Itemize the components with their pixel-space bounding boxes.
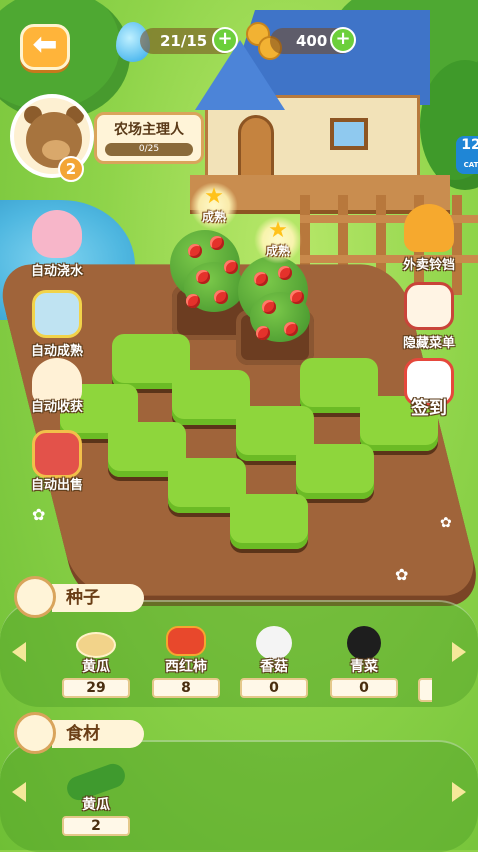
field-plot[interactable] (296, 444, 374, 499)
delivery-bell-label: 外卖铃铛 (402, 258, 455, 273)
tomato (210, 236, 224, 250)
check-in-label: 签到 (411, 398, 447, 419)
flower-icon: ✿ (395, 565, 409, 584)
tomato (290, 290, 304, 304)
auto-harvest-button[interactable]: 自动收获 (20, 358, 94, 438)
tomato (188, 244, 202, 258)
seeds-prev-arrow[interactable] (12, 642, 26, 662)
seed-item-tomato[interactable]: 西红柿 8 (146, 626, 226, 706)
add-water-button[interactable]: + (212, 27, 238, 53)
coin-counter: 400 + (270, 27, 356, 54)
ingredient-item-cucumber[interactable]: 黄瓜 2 (56, 760, 136, 844)
service-bell-icon (404, 204, 454, 252)
seed-count: 0 (240, 678, 308, 698)
ingredient-name: 黄瓜 (82, 797, 110, 813)
water-counter: 21/15 + (140, 27, 238, 54)
tomato (262, 300, 276, 314)
tomato (186, 294, 200, 308)
ingredient-count: 2 (62, 816, 130, 836)
seeds-next-arrow[interactable] (452, 642, 466, 662)
auto-sell-label: 自动出售 (30, 478, 83, 493)
tomato (278, 266, 292, 280)
hidden-menu-icon (404, 282, 454, 330)
auto-ripen-label: 自动成熟 (30, 344, 83, 359)
tomato (256, 326, 270, 340)
tomato (214, 290, 228, 304)
ingredients-tab: 食材 (14, 712, 144, 754)
auto-water-label: 自动浇水 (30, 264, 83, 279)
seed-count: 0 (330, 678, 398, 698)
greens-seed-icon (347, 626, 381, 660)
add-coins-button[interactable]: + (330, 27, 356, 53)
seed-count: 8 (152, 678, 220, 698)
seed-item-cucumber[interactable]: 黄瓜 29 (56, 626, 136, 706)
seed-name: 香菇 (260, 659, 288, 675)
tomato-seed-icon (166, 626, 206, 656)
ingredients-title: 食材 (52, 720, 144, 748)
cart-icon (32, 430, 82, 478)
side-badge-sub: CAT (463, 161, 478, 169)
side-badge-number: 12 (461, 137, 478, 153)
ingredients-next-arrow[interactable] (452, 782, 466, 802)
house-window (330, 118, 368, 150)
hidden-menu-label: 隐藏菜单 (402, 336, 455, 351)
xp-bar: 0/25 (105, 143, 193, 156)
profile-title-plate: 农场主理人 0/25 (94, 112, 204, 164)
seed-item-greens[interactable]: 青菜 0 (324, 626, 404, 706)
seed-name: 西红柿 (165, 659, 207, 675)
fertilizer-jar-icon (32, 290, 82, 338)
ripe-label: 成熟 (265, 244, 290, 258)
coin-value: 400 (296, 32, 328, 50)
watering-can-icon (32, 210, 82, 258)
auto-water-button[interactable]: 自动浇水 (20, 210, 94, 290)
back-button[interactable]: ⬅ (20, 24, 70, 70)
seed-item-mushroom[interactable]: 香菇 0 (234, 626, 314, 706)
vegetable-crate-icon (14, 712, 56, 754)
side-event-badge[interactable]: 12 CAT (456, 136, 478, 174)
xp-text: 0/25 (138, 144, 160, 154)
delivery-bell-button[interactable]: 外卖铃铛 (392, 204, 466, 284)
cucumber-seed-icon (76, 632, 116, 658)
seed-basket-icon (14, 576, 56, 618)
water-value: 21/15 (160, 32, 208, 50)
field-plot[interactable] (230, 494, 308, 549)
check-in-button[interactable]: 签到 (392, 358, 466, 438)
seed-count-partial (418, 678, 432, 702)
tomato (224, 260, 238, 274)
hidden-menu-button[interactable]: 隐藏菜单 (392, 282, 466, 362)
mushroom-seed-icon (256, 626, 292, 660)
ingredients-prev-arrow[interactable] (12, 782, 26, 802)
auto-sell-button[interactable]: 自动出售 (20, 430, 94, 510)
tomato (284, 322, 298, 336)
seeds-tab: 种子 (14, 576, 144, 618)
ripe-badge[interactable]: ★ 成熟 (254, 216, 302, 264)
profile-title: 农场主理人 (114, 122, 184, 138)
tomato (254, 272, 268, 286)
flower-icon: ✿ (440, 515, 452, 531)
ripe-badge[interactable]: ★ 成熟 (190, 182, 238, 230)
level-badge: 2 (58, 156, 84, 182)
seeds-title: 种子 (52, 584, 144, 612)
arrow-left-icon: ⬅ (32, 27, 58, 62)
seed-name: 黄瓜 (82, 659, 110, 675)
house-door (238, 115, 274, 180)
tomato (196, 270, 210, 284)
ripe-label: 成熟 (201, 210, 226, 224)
seed-name: 青菜 (350, 659, 378, 675)
auto-harvest-label: 自动收获 (30, 400, 83, 415)
seed-count: 29 (62, 678, 130, 698)
